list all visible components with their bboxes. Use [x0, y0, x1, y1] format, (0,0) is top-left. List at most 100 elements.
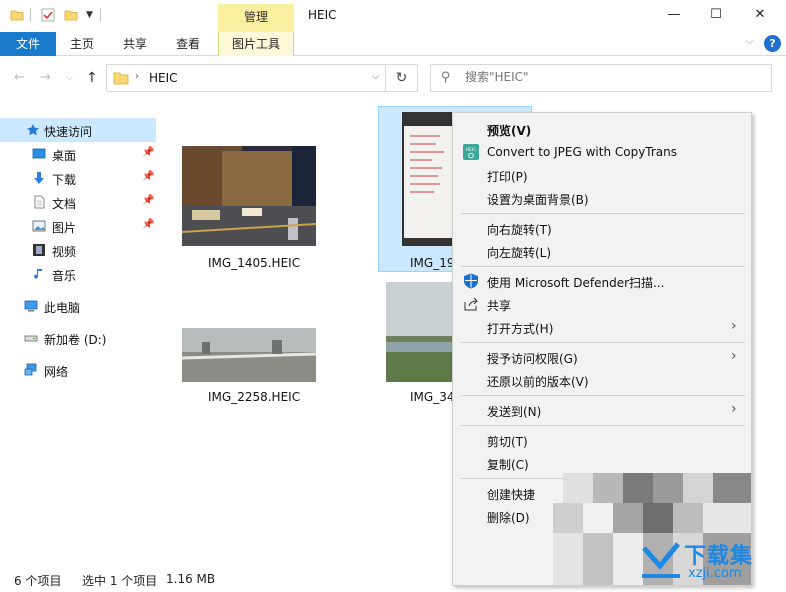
- tab-manage[interactable]: 管理: [218, 4, 294, 32]
- tab-file[interactable]: 文件: [0, 32, 56, 56]
- menu-item-rotate-right[interactable]: 向右旋转(T): [453, 217, 751, 239]
- properties-check-icon[interactable]: [41, 8, 55, 22]
- sidebar-item-quick-access[interactable]: 快速访问: [0, 118, 156, 142]
- minimize-button[interactable]: —: [652, 4, 696, 28]
- sidebar-item-label: 文档: [52, 197, 77, 211]
- folder-icon[interactable]: [10, 8, 24, 22]
- sidebar-item-label: 视频: [52, 245, 77, 259]
- navigation-bar: ← → ⌵ ↑ › HEIC ⌵ ↻ ⚲: [0, 56, 786, 100]
- sidebar-item-label: 此电脑: [44, 301, 81, 315]
- sidebar-item-label: 新加卷 (D:): [44, 333, 107, 347]
- svg-text:HEIC: HEIC: [466, 147, 477, 153]
- tab-view[interactable]: 查看: [176, 32, 200, 56]
- menu-item-label: 使用 Microsoft Defender扫描...: [487, 276, 665, 290]
- file-thumbnail: [182, 146, 316, 246]
- sidebar-item-drive-d[interactable]: 新加卷 (D:): [0, 326, 156, 350]
- quick-access-dropdown-icon[interactable]: ▼: [86, 10, 93, 20]
- status-selected-count: 选中 1 个项目: [82, 574, 158, 588]
- menu-item-label: 剪切(T): [487, 435, 528, 449]
- menu-item-label: 向左旋转(L): [487, 246, 552, 260]
- address-dropdown-icon[interactable]: ⌵: [372, 72, 379, 82]
- sidebar-item-music[interactable]: 音乐: [0, 262, 156, 286]
- heic-convert-icon: HEIC: [463, 144, 479, 160]
- computer-icon: [24, 300, 38, 312]
- breadcrumb-separator-icon[interactable]: ›: [135, 71, 139, 82]
- new-folder-icon[interactable]: [64, 8, 78, 22]
- pin-icon[interactable]: 📌: [142, 147, 154, 158]
- desktop-icon: [32, 148, 46, 159]
- address-bar[interactable]: › HEIC ⌵: [106, 64, 386, 92]
- menu-item-preview[interactable]: 预览(V): [453, 118, 751, 140]
- drive-icon: [24, 335, 38, 342]
- network-icon: [24, 363, 37, 376]
- close-button[interactable]: ✕: [738, 4, 782, 28]
- up-arrow-icon[interactable]: ↑: [86, 70, 98, 86]
- menu-item-label: 打印(P): [487, 170, 528, 184]
- menu-item-grant-access[interactable]: 授予访问权限(G) ›: [453, 346, 751, 368]
- recent-locations-chevron-icon[interactable]: ⌵: [66, 73, 73, 83]
- tab-share[interactable]: 共享: [123, 32, 147, 56]
- video-icon: [33, 244, 45, 256]
- sidebar-item-label: 图片: [52, 221, 77, 235]
- submenu-chevron-icon: ›: [731, 401, 737, 417]
- menu-item-label: 预览(V): [487, 124, 532, 138]
- search-input[interactable]: [465, 70, 755, 84]
- menu-item-restore-previous[interactable]: 还原以前的版本(V): [453, 369, 751, 391]
- menu-item-cut[interactable]: 剪切(T): [453, 429, 751, 451]
- pin-icon[interactable]: 📌: [142, 219, 154, 230]
- menu-item-copy[interactable]: 复制(C): [453, 452, 751, 474]
- menu-item-send-to[interactable]: 发送到(N) ›: [453, 399, 751, 421]
- ribbon-expand-chevron-icon[interactable]: ⌵: [746, 36, 754, 47]
- sidebar-item-network[interactable]: 网络: [0, 358, 156, 382]
- sidebar-item-desktop[interactable]: 桌面 📌: [0, 142, 156, 166]
- sidebar-item-documents[interactable]: 文档 📌: [0, 190, 156, 214]
- submenu-chevron-icon: ›: [731, 348, 737, 364]
- menu-item-open-with[interactable]: 打开方式(H) ›: [453, 316, 751, 338]
- document-icon: [34, 195, 45, 209]
- menu-separator: [461, 395, 745, 396]
- menu-item-convert-jpeg[interactable]: HEIC Convert to JPEG with CopyTrans: [453, 141, 751, 163]
- music-icon: [34, 269, 42, 279]
- menu-item-label: 向右旋转(T): [487, 223, 552, 237]
- tab-picture-tools[interactable]: 图片工具: [218, 32, 294, 56]
- menu-separator: [461, 213, 745, 214]
- pin-icon[interactable]: 📌: [142, 171, 154, 182]
- back-arrow-icon[interactable]: ←: [14, 70, 25, 85]
- watermark-url: xzji.com: [688, 566, 742, 581]
- menu-item-label: 共享: [487, 299, 512, 313]
- pin-icon[interactable]: 📌: [142, 195, 154, 206]
- menu-item-label: 创建快捷: [487, 488, 536, 502]
- sidebar-item-downloads[interactable]: 下载 📌: [0, 166, 156, 190]
- maximize-button[interactable]: ☐: [694, 4, 738, 28]
- tab-home[interactable]: 主页: [70, 32, 94, 56]
- sidebar-item-label: 桌面: [52, 149, 77, 163]
- refresh-icon: ↻: [395, 70, 408, 86]
- refresh-button[interactable]: ↻: [386, 64, 418, 92]
- menu-item-label: 打开方式(H): [487, 322, 554, 336]
- sidebar-item-videos[interactable]: 视频: [0, 238, 156, 262]
- menu-item-set-desktop-background[interactable]: 设置为桌面背景(B): [453, 187, 751, 209]
- file-name: IMG_19: [410, 256, 455, 270]
- breadcrumb-current[interactable]: HEIC: [149, 71, 178, 85]
- site-watermark: 下载集 xzji.com: [640, 538, 782, 584]
- toolbar-divider: [100, 8, 101, 22]
- menu-item-label: 删除(D): [487, 511, 530, 525]
- toolbar-divider: [30, 8, 31, 22]
- ribbon-tabs: 文件 主页 共享 查看 图片工具 ⌵ ?: [0, 32, 786, 56]
- sidebar-item-this-pc[interactable]: 此电脑: [0, 294, 156, 318]
- menu-item-defender-scan[interactable]: 使用 Microsoft Defender扫描...: [453, 270, 751, 292]
- submenu-chevron-icon: ›: [731, 318, 737, 334]
- star-icon: [27, 124, 39, 136]
- search-box[interactable]: ⚲: [430, 64, 772, 92]
- sidebar-item-pictures[interactable]: 图片 📌: [0, 214, 156, 238]
- menu-item-share[interactable]: 共享: [453, 293, 751, 315]
- menu-item-print[interactable]: 打印(P): [453, 164, 751, 186]
- help-icon[interactable]: ?: [764, 35, 781, 52]
- folder-icon: [113, 72, 129, 85]
- menu-separator: [461, 425, 745, 426]
- share-icon: [464, 297, 478, 311]
- forward-arrow-icon[interactable]: →: [40, 70, 51, 85]
- menu-item-label: 授予访问权限(G): [487, 352, 578, 366]
- menu-item-rotate-left[interactable]: 向左旋转(L): [453, 240, 751, 262]
- file-name: IMG_34: [410, 390, 455, 404]
